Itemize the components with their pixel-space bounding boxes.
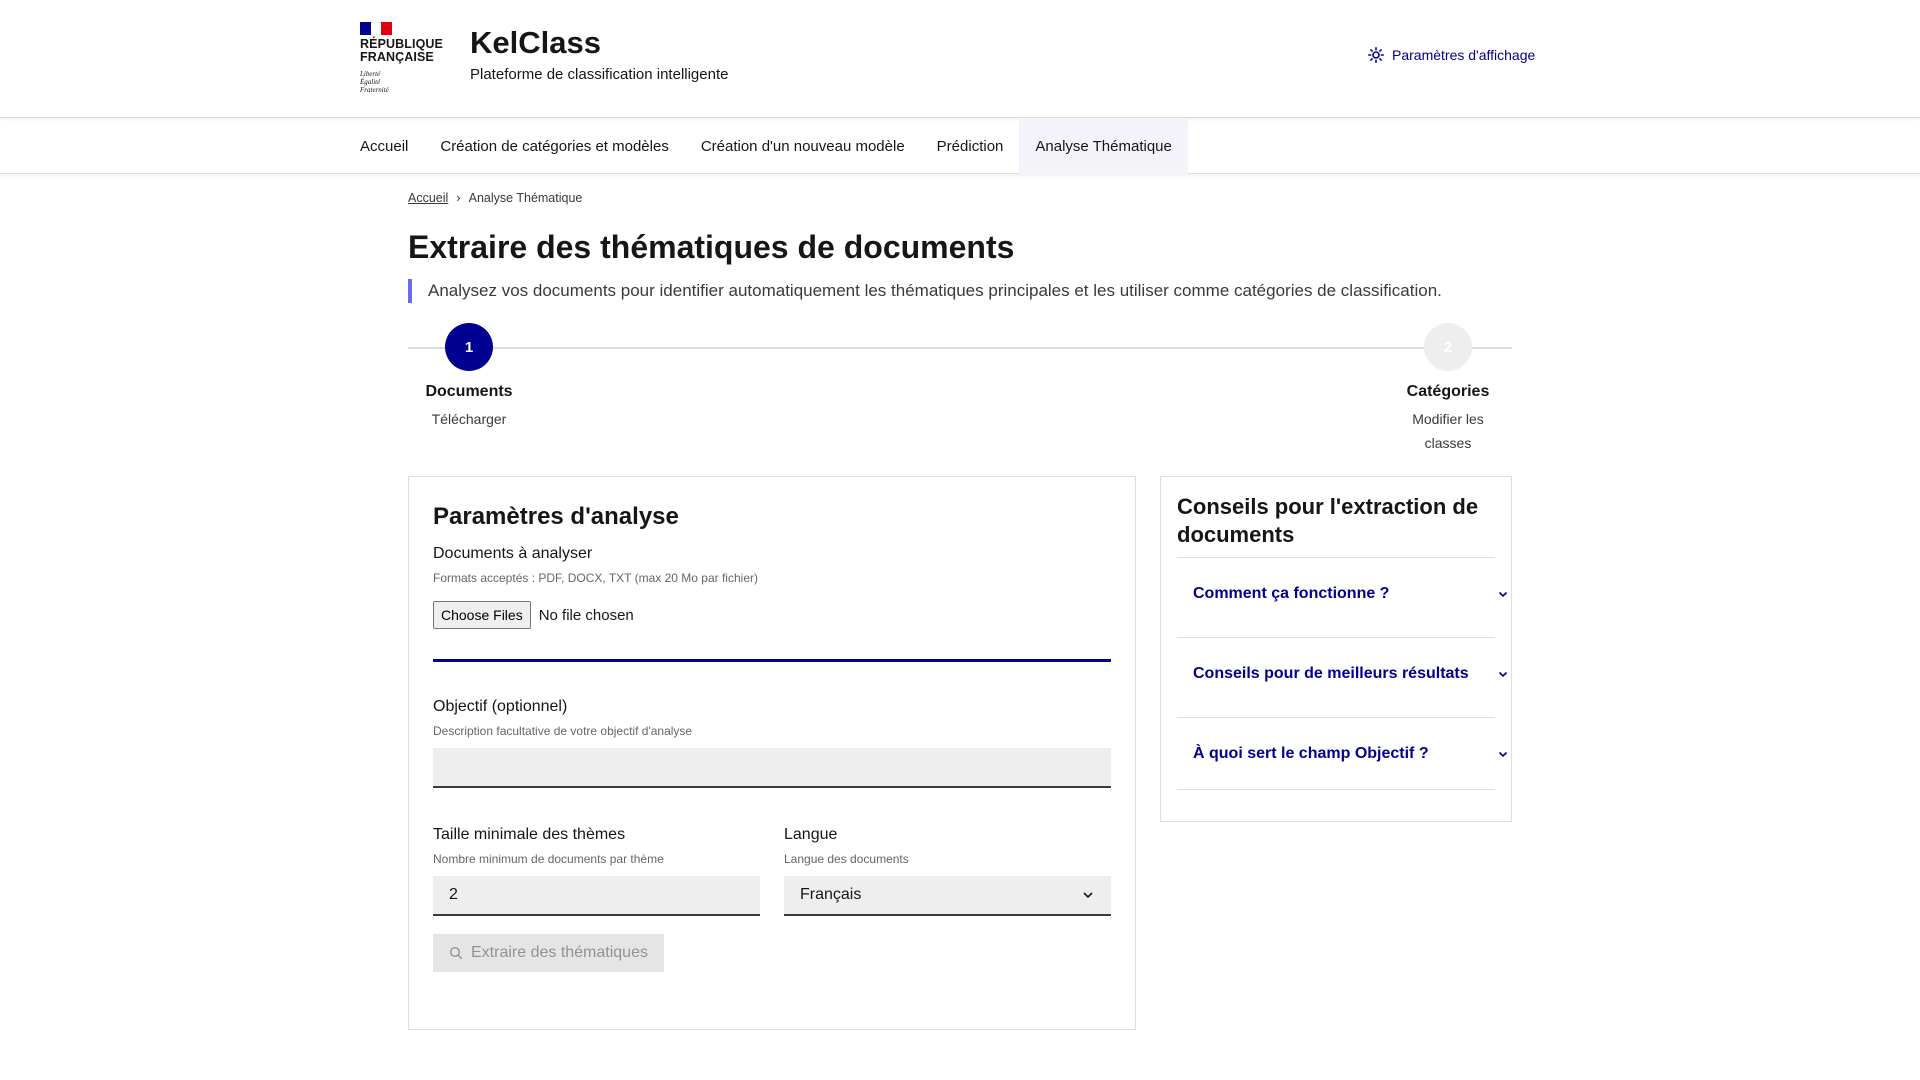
min-size-input[interactable]: 2 <box>433 876 760 916</box>
main-content: Accueil › Analyse Thématique Extraire de… <box>408 190 1512 1030</box>
extract-themes-label: Extraire des thématiques <box>471 944 648 961</box>
step-desc: Modifier les classes <box>1412 411 1484 451</box>
main-navigation: Accueil Création de catégories et modèle… <box>0 118 1920 174</box>
breadcrumb-home-link[interactable]: Accueil <box>408 191 448 205</box>
nav-item-prediction[interactable]: Prédiction <box>921 118 1020 174</box>
step-number: 2 <box>1424 323 1472 371</box>
tips-accordion: Comment ça fonctionne ? Conseils pour de… <box>1177 557 1508 790</box>
options-row: Taille minimale des thèmes Nombre minimu… <box>433 826 1111 916</box>
objective-input[interactable] <box>433 748 1111 788</box>
page-title: Extraire des thématiques de documents <box>408 229 1015 265</box>
language-group: Langue Langue des documents Français <box>784 826 1111 916</box>
language-label: Langue <box>784 826 838 843</box>
republic-name-line2: Française <box>360 50 434 64</box>
government-logo[interactable]: République Française Liberté Égalité Fra… <box>360 22 443 94</box>
extract-themes-button[interactable]: Extraire des thématiques <box>433 934 664 972</box>
chevron-down-icon <box>1498 591 1508 597</box>
nav-item-nouveau-modele[interactable]: Création d'un nouveau modèle <box>685 118 921 174</box>
nav-item-label: Accueil <box>360 137 409 155</box>
tips-title: Conseils pour l'extraction de documents <box>1177 494 1479 547</box>
file-status: No file chosen <box>538 606 634 624</box>
french-flag-icon <box>360 22 393 35</box>
card-title: Paramètres d'analyse <box>433 503 679 530</box>
nav-item-accueil[interactable]: Accueil <box>344 118 424 174</box>
min-size-group: Taille minimale des thèmes Nombre minimu… <box>433 826 760 916</box>
file-input[interactable]: Choose Files No file chosen <box>433 601 1111 629</box>
chevron-down-icon <box>1498 751 1508 757</box>
breadcrumb: Accueil › Analyse Thématique <box>408 190 1512 205</box>
nav-item-label: Création d'un nouveau modèle <box>700 137 905 155</box>
nav-item-label: Création de catégories et modèles <box>440 137 669 155</box>
file-input-underline <box>433 659 1111 662</box>
step-title: Catégories <box>1406 383 1490 400</box>
nav-item-label: Analyse Thématique <box>1035 137 1172 155</box>
min-size-label: Taille minimale des thèmes <box>433 826 626 843</box>
analysis-params-card: Paramètres d'analyse Documents à analyse… <box>408 476 1136 1030</box>
motto-egalite: Égalité <box>360 78 381 86</box>
language-select-value: Français <box>800 886 862 903</box>
documents-hint: Formats acceptés : PDF, DOCX, TXT (max 2… <box>433 571 758 585</box>
motto-liberte: Liberté <box>360 70 381 78</box>
chevron-down-icon <box>1083 892 1093 899</box>
accordion-objective-field[interactable]: À quoi sert le champ Objectif ? <box>1177 717 1508 789</box>
step-documents[interactable]: 1 Documents Télécharger <box>424 323 514 431</box>
brand-tagline: Plateforme de classification intelligent… <box>470 66 729 83</box>
stepper-line <box>408 347 1512 349</box>
chevron-right-icon: › <box>456 190 461 205</box>
step-categories[interactable]: 2 Catégories Modifier les classes <box>1396 323 1500 455</box>
nav-item-label: Prédiction <box>936 137 1004 155</box>
brand[interactable]: KelClass Plateforme de classification in… <box>470 24 728 83</box>
brand-title[interactable]: KelClass <box>470 24 728 62</box>
nav-item-categories-modeles[interactable]: Création de catégories et modèles <box>424 118 684 174</box>
objective-hint: Description facultative de votre objecti… <box>433 724 693 738</box>
motto-fraternite: Fraternité <box>360 86 389 94</box>
accordion-better-results[interactable]: Conseils pour de meilleurs résultats <box>1177 637 1508 709</box>
page-lead: Analysez vos documents pour identifier a… <box>408 279 1512 303</box>
documents-label: Documents à analyser <box>433 545 593 562</box>
choose-files-button[interactable]: Choose Files <box>433 601 531 629</box>
display-settings-label: Paramètres d'affichage <box>1392 47 1536 63</box>
accordion-bottom-border <box>1177 789 1495 790</box>
accordion-label: À quoi sert le champ Objectif ? <box>1193 744 1429 762</box>
breadcrumb-current: Analyse Thématique <box>468 190 583 205</box>
min-size-hint: Nombre minimum de documents par thème <box>433 852 664 866</box>
search-icon <box>449 946 463 960</box>
nav-item-analyse-thematique[interactable]: Analyse Thématique <box>1019 118 1188 174</box>
chevron-down-icon <box>1498 671 1508 677</box>
sun-icon <box>1368 47 1384 63</box>
stepper: 1 Documents Télécharger 2 Catégories Mod… <box>408 323 1512 453</box>
accordion-how-it-works[interactable]: Comment ça fonctionne ? <box>1177 557 1508 629</box>
step-title: Documents <box>425 383 513 400</box>
accordion-label: Comment ça fonctionne ? <box>1193 584 1390 602</box>
language-select[interactable]: Français <box>784 876 1111 916</box>
language-hint: Langue des documents <box>784 852 909 866</box>
accordion-label: Conseils pour de meilleurs résultats <box>1193 664 1469 682</box>
step-number: 1 <box>445 323 493 371</box>
tips-panel: Conseils pour l'extraction de documents … <box>1160 476 1512 822</box>
step-desc: Télécharger <box>431 411 507 427</box>
objective-label: Objectif (optionnel) <box>433 698 568 715</box>
display-settings-button[interactable]: Paramètres d'affichage <box>1368 47 1535 63</box>
site-header: République Française Liberté Égalité Fra… <box>0 0 1920 118</box>
